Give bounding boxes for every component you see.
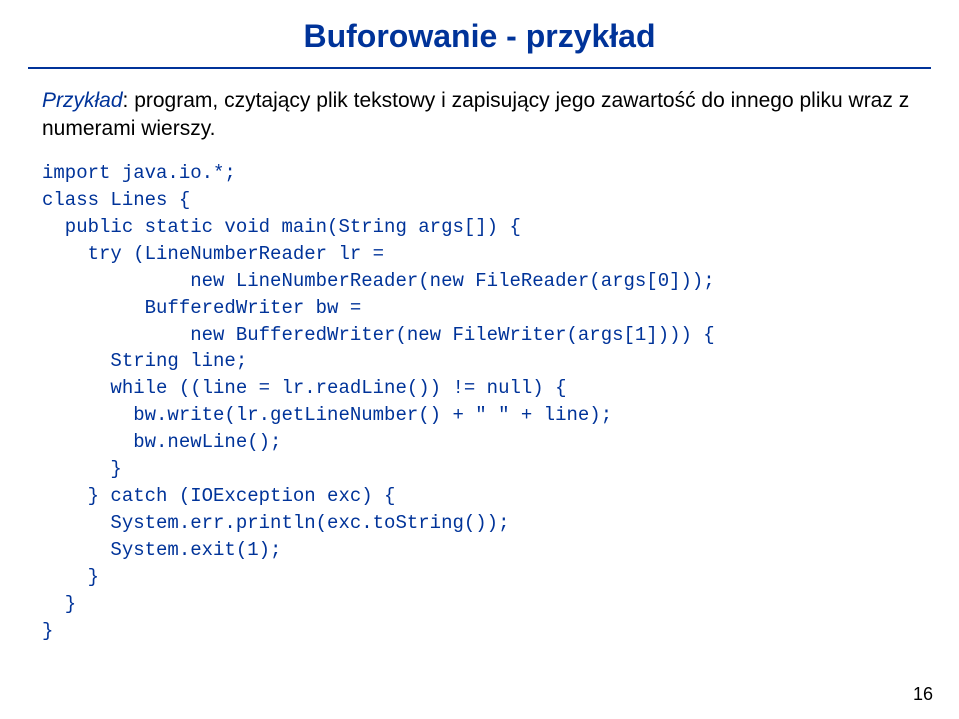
intro-text: : program, czytający plik tekstowy i zap… xyxy=(42,89,909,140)
intro-paragraph: Przykład: program, czytający plik teksto… xyxy=(42,87,917,144)
intro-label: Przykład xyxy=(42,89,123,112)
title-underline xyxy=(28,67,931,69)
page-title: Buforowanie - przykład xyxy=(0,0,959,67)
page-number: 16 xyxy=(913,684,933,705)
code-block: import java.io.*; class Lines { public s… xyxy=(42,160,917,645)
